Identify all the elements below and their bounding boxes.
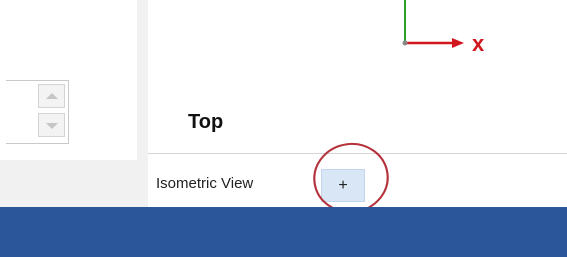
status-bar (0, 207, 567, 257)
tab-isometric-view[interactable]: Isometric View (153, 164, 256, 204)
axis-gizmo-icon: x (402, 0, 485, 56)
spin-down-button[interactable] (38, 113, 65, 137)
panel-footer (0, 160, 148, 207)
chevron-up-icon (46, 93, 58, 99)
axis-origin (402, 40, 408, 46)
properties-panel (0, 0, 137, 161)
spin-up-button[interactable] (38, 84, 65, 108)
panel-splitter[interactable] (137, 0, 148, 160)
x-axis-arrowhead (452, 38, 464, 48)
chevron-down-icon (46, 123, 58, 129)
x-axis-label: x (472, 31, 485, 56)
numeric-spin-field[interactable] (6, 80, 69, 144)
view-name-label: Top (188, 111, 224, 133)
